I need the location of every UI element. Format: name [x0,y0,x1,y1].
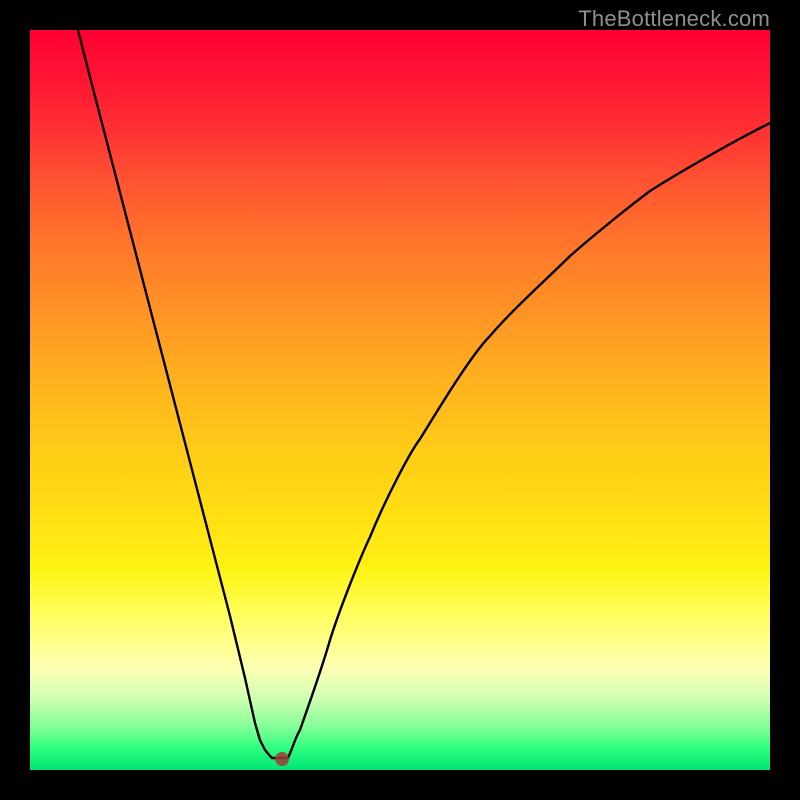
watermark-text: TheBottleneck.com [578,6,770,32]
minimum-marker [275,752,289,766]
chart-frame: TheBottleneck.com [0,0,800,800]
bottleneck-curve [30,30,770,770]
curve-path [78,30,770,758]
